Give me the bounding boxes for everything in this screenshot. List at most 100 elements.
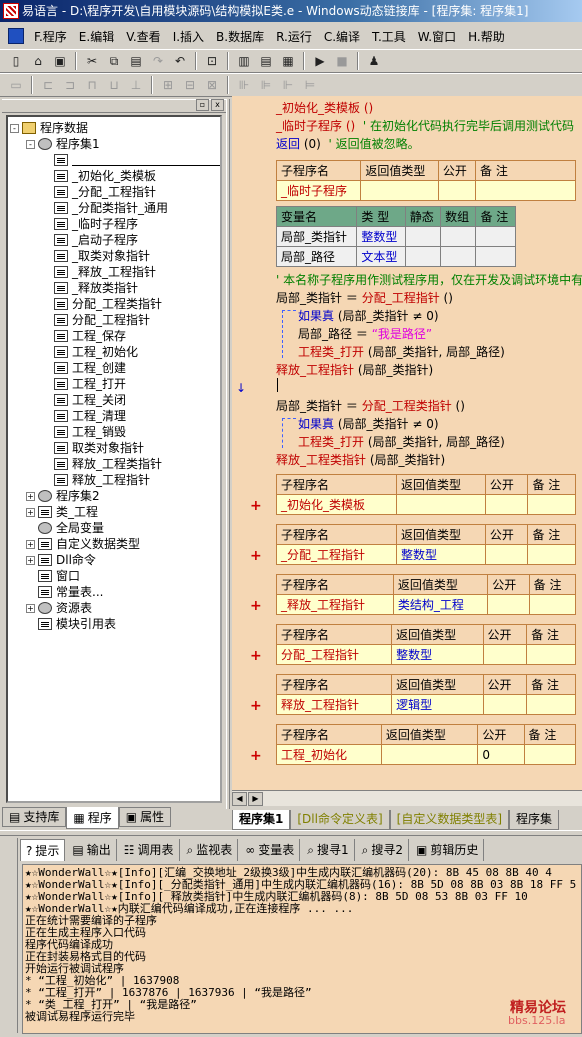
menu-program[interactable]: F.程序 <box>28 26 73 47</box>
new-icon[interactable]: ▯ <box>6 52 26 70</box>
spacing-v-icon[interactable]: ⊫ <box>256 76 276 94</box>
menu-insert[interactable]: I.插入 <box>167 26 210 47</box>
menu-help[interactable]: H.帮助 <box>462 26 511 47</box>
bottom-tab[interactable]: ▣ 剪辑历史 <box>411 839 485 861</box>
sub-table-cell[interactable] <box>484 544 529 565</box>
expand-sub-icon[interactable]: + <box>250 598 262 614</box>
layout3-icon[interactable]: ▦ <box>278 52 298 70</box>
sub-table-cell[interactable] <box>527 494 576 515</box>
same-height-icon[interactable]: ⊟ <box>180 76 200 94</box>
bottom-tab[interactable]: ∞ 变量表 <box>240 839 301 861</box>
project-tree[interactable]: - 程序数据 - 程序集1 _初始化_类模板 _分配_工程指针 _分配类指针_通用 _临时子程… <box>6 115 222 803</box>
tree-item[interactable]: 工程_关闭 <box>42 392 126 408</box>
align-left-icon[interactable]: ⊏ <box>38 76 58 94</box>
collapse-icon[interactable]: - <box>26 139 35 149</box>
align-center-icon[interactable]: ⊐ <box>60 76 80 94</box>
sub-table-cell[interactable] <box>523 744 576 765</box>
sub-table-cell[interactable]: _释放_工程指针 <box>276 594 394 615</box>
panel-pin-icon[interactable]: ▫ <box>196 99 209 111</box>
code-line-assign2[interactable]: 局部_类指针 ＝ 分配_工程类指针 () <box>276 398 465 414</box>
redo-icon[interactable]: ↷ <box>148 52 168 70</box>
tree-item[interactable]: + Dll命令 <box>26 552 96 568</box>
expand-icon[interactable]: + <box>26 539 35 549</box>
panel-close-icon[interactable]: x <box>211 99 224 111</box>
paste-icon[interactable]: ▤ <box>126 52 146 70</box>
code-line-assign1[interactable]: 局部_类指针 ＝ 分配_工程指针 () <box>276 290 453 306</box>
layout2-icon[interactable]: ▤ <box>256 52 276 70</box>
sub-table-cell[interactable]: 释放_工程指针 <box>275 694 393 715</box>
open-icon[interactable]: ⌂ <box>28 52 48 70</box>
tab-assembly[interactable]: 程序集 <box>509 810 560 830</box>
tree-item[interactable]: 工程_保存 <box>42 328 126 344</box>
code-line-open1[interactable]: 工程类_打开 (局部_类指针, 局部_路径) <box>298 344 505 360</box>
tree-item[interactable]: 分配_工程类指针 <box>42 296 162 312</box>
sub-table-cell[interactable]: 分配_工程指针 <box>275 644 393 665</box>
sub-table-cell[interactable]: 整数型 <box>395 544 486 565</box>
expand-icon[interactable]: + <box>26 555 35 565</box>
same-width-icon[interactable]: ⊞ <box>158 76 178 94</box>
bottom-panel-grip[interactable] <box>0 838 18 1033</box>
tree-item[interactable]: 释放_工程指针 <box>42 472 150 488</box>
menu-database[interactable]: B.数据库 <box>210 26 270 47</box>
sub-table-cell[interactable] <box>526 644 576 665</box>
expand-icon[interactable]: + <box>26 603 35 613</box>
expand-sub-icon[interactable]: + <box>250 548 262 564</box>
tree-item[interactable]: 模块引用表 <box>26 616 116 632</box>
sub-table-cell[interactable] <box>484 494 529 515</box>
undo-icon[interactable]: ↶ <box>170 52 190 70</box>
code-line-free1[interactable]: 释放_工程指针 (局部_类指针) <box>276 362 433 378</box>
tree-item[interactable]: _取类对象指针 <box>42 248 150 264</box>
tree-item[interactable]: 工程_打开 <box>42 376 126 392</box>
code-line-temp[interactable]: _临时子程序 () ' 在初始化代码执行完毕后调用测试代码 <box>276 118 574 134</box>
tree-item[interactable]: 释放_工程类指针 <box>42 456 162 472</box>
scroll-left-icon[interactable]: ◀ <box>232 792 247 806</box>
layout1-icon[interactable]: ▥ <box>234 52 254 70</box>
find-icon[interactable]: ⊡ <box>202 52 222 70</box>
tree-item[interactable]: 工程_销毁 <box>42 424 126 440</box>
horizontal-scrollbar[interactable]: ◀ ▶ <box>232 790 582 806</box>
var-type[interactable]: 整数型 <box>356 226 406 247</box>
horizontal-splitter[interactable] <box>0 830 582 836</box>
tree-item[interactable]: - 程序集1 <box>26 136 100 152</box>
expand-icon[interactable]: + <box>26 491 35 501</box>
tree-item[interactable]: 工程_创建 <box>42 360 126 376</box>
tree-item[interactable] <box>42 152 220 168</box>
bottom-tab[interactable]: ⌕ 搜寻1 <box>302 839 355 861</box>
code-comment[interactable]: ' 本名称子程序用作测试程序用，仅在开发及调试环境中有效 <box>276 272 582 288</box>
bottom-tab[interactable]: ⌕ 搜寻2 <box>357 839 410 861</box>
expand-sub-icon[interactable]: + <box>250 698 262 714</box>
tree-item[interactable]: + 自定义数据类型 <box>26 536 140 552</box>
code-line-assign-path[interactable]: 局部_路径 ＝ “我是路径” <box>298 326 432 342</box>
tree-item[interactable]: 工程_初始化 <box>42 344 138 360</box>
save-icon[interactable]: ▣ <box>50 52 70 70</box>
sub-table-cell[interactable]: 0 <box>477 744 525 765</box>
tree-item[interactable]: + 类_工程 <box>26 504 98 520</box>
menu-view[interactable]: V.查看 <box>120 26 166 47</box>
tree-item[interactable]: _临时子程序 <box>42 216 138 232</box>
tree-item[interactable]: _分配_工程指针 <box>42 184 156 200</box>
tree-item[interactable]: 窗口 <box>26 568 80 584</box>
tree-item[interactable]: - 程序数据 <box>10 120 88 136</box>
tab-assembly1[interactable]: 程序集1 <box>232 810 291 830</box>
var-type[interactable]: 文本型 <box>356 246 406 267</box>
copy-icon[interactable]: ⧉ <box>104 52 124 70</box>
sub-table-cell[interactable]: _分配_工程指针 <box>276 544 397 565</box>
expand-sub-icon[interactable]: + <box>250 748 262 764</box>
document-menu-icon[interactable] <box>8 28 24 44</box>
tree-item[interactable]: + 资源表 <box>26 600 92 616</box>
tree-item[interactable]: _启动子程序 <box>42 232 138 248</box>
sub-table-cell[interactable]: 整数型 <box>391 644 484 665</box>
code-line-free2[interactable]: 释放_工程类指针 (局部_类指针) <box>276 452 445 468</box>
code-editor[interactable]: _初始化_类模板 () _临时子程序 () ' 在初始化代码执行完毕后调用测试代… <box>232 96 582 790</box>
tree-item[interactable]: 取类对象指针 <box>42 440 144 456</box>
code-line-open2[interactable]: 工程类_打开 (局部_类指针, 局部_路径) <box>298 434 505 450</box>
tree-item[interactable]: 分配_工程指针 <box>42 312 150 328</box>
sub-table-cell[interactable]: 工程_初始化 <box>276 744 382 765</box>
align-middle-icon[interactable]: ⊔ <box>104 76 124 94</box>
menu-edit[interactable]: E.编辑 <box>73 26 120 47</box>
collapse-icon[interactable]: - <box>10 123 19 133</box>
bottom-tab[interactable]: ? 提示 <box>20 839 66 861</box>
center-h-icon[interactable]: ⊩ <box>278 76 298 94</box>
scroll-right-icon[interactable]: ▶ <box>248 792 263 806</box>
tree-item[interactable]: 工程_清理 <box>42 408 126 424</box>
